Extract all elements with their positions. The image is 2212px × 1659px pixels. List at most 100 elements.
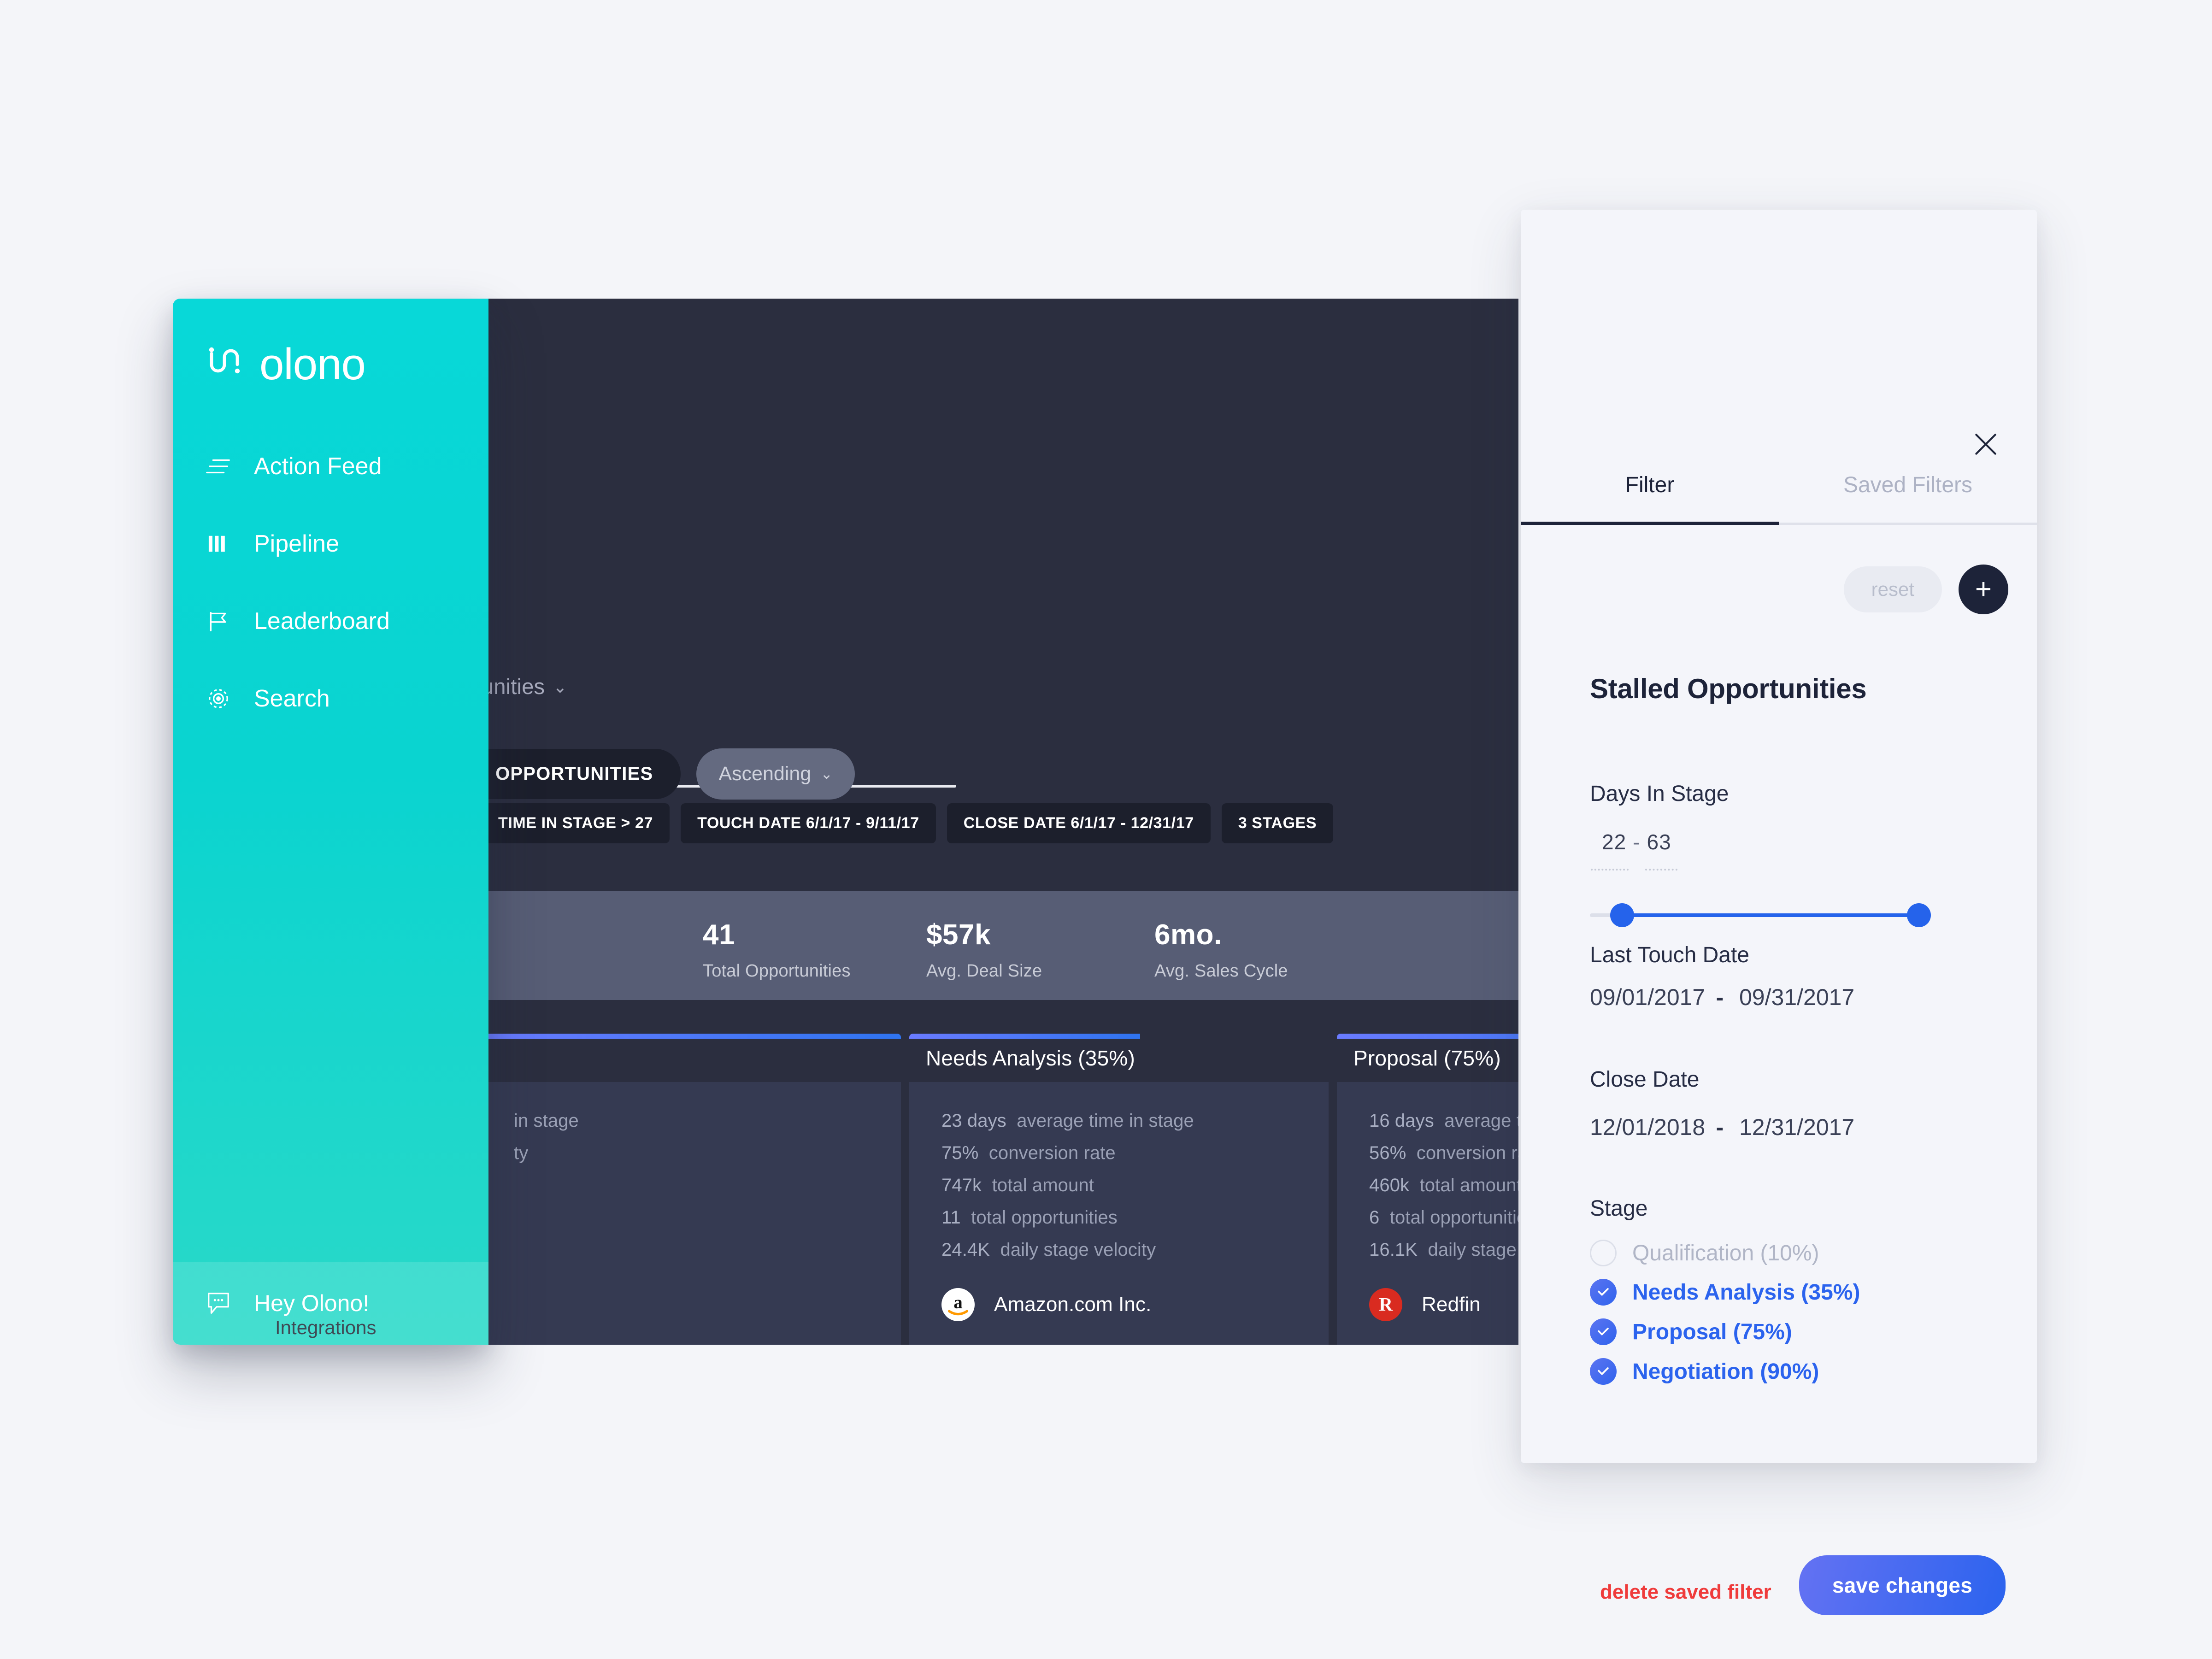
company-name: Amazon.com Inc. <box>994 1293 1152 1316</box>
breadcrumb-label: unities <box>482 674 545 699</box>
days-in-stage-label: Days In Stage <box>1590 782 1729 806</box>
amazon-logo: a <box>941 1288 975 1321</box>
filter-chip[interactable]: TOUCH DATE 6/1/17 - 9/11/17 <box>681 803 936 843</box>
last-touch-from-input[interactable]: 09/01/2017 <box>1590 984 1705 1011</box>
column-title <box>482 1034 901 1082</box>
company-list: d <box>482 1191 901 1345</box>
brand-logo[interactable]: olono <box>173 299 488 390</box>
list-item[interactable]: R Redfin <box>1369 1288 1518 1321</box>
days-min-input[interactable]: 22 <box>1602 830 1626 854</box>
sidebar-item-search[interactable]: Search <box>173 660 488 737</box>
page-title: Stalled Opportunities <box>1590 673 1867 704</box>
stat-total-opportunities: 41 Total Opportunities <box>703 918 851 981</box>
filter-chip[interactable]: TIME IN STAGE > 27 <box>482 803 670 843</box>
metric-row: 23 days average time in stage <box>941 1111 1194 1131</box>
stat-value: 41 <box>703 919 735 951</box>
days-max-underline <box>1645 869 1677 871</box>
last-touch-date-range: 09/01/2017 - 09/31/2017 <box>1590 984 1854 1011</box>
column-metrics: in stage ty <box>482 1082 901 1164</box>
sort-order-label: Ascending <box>718 762 812 785</box>
svg-text:R: R <box>1379 1294 1393 1315</box>
filter-panel: Filter Saved Filters reset + Stalled Opp… <box>1521 210 2037 1615</box>
saved-filter-chip[interactable]: STALLED OPPORTUNITIES <box>482 748 681 799</box>
metric-row: 460k total amount <box>1369 1175 1518 1195</box>
sidebar-item-leaderboard[interactable]: Leaderboard <box>173 582 488 660</box>
stat-label: Total Opportunities <box>703 961 851 981</box>
stage-columns: in stage ty d <box>482 1034 1518 1345</box>
sidebar: olono Action Feed Pipeline Leaderboard S… <box>173 299 488 1345</box>
close-icon[interactable] <box>1971 430 2000 459</box>
checkbox-checked-icon[interactable] <box>1590 1279 1617 1306</box>
list-item[interactable] <box>514 1292 901 1325</box>
metric-row: 24.4K daily stage velocity <box>941 1240 1156 1260</box>
sidebar-item-label: Leaderboard <box>254 608 390 635</box>
sidebar-item-action-feed[interactable]: Action Feed <box>173 428 488 505</box>
stage-option-label: Qualification (10%) <box>1632 1241 1819 1265</box>
olono-mark-icon <box>203 341 247 388</box>
filter-chip[interactable]: 3 STAGES <box>1221 803 1334 843</box>
sidebar-item-pipeline[interactable]: Pipeline <box>173 505 488 582</box>
company-name: Redfin <box>1422 1293 1481 1316</box>
stage-column[interactable]: in stage ty d <box>482 1034 901 1345</box>
days-in-stage-slider[interactable] <box>1590 903 1931 927</box>
stat-value: $57k <box>926 919 991 951</box>
last-touch-date-label: Last Touch Date <box>1590 943 1750 967</box>
stage-column-proposal[interactable]: Proposal (75%) 16 days average time in s… <box>1337 1034 1518 1345</box>
close-date-label: Close Date <box>1590 1067 1700 1092</box>
stage-option-label: Proposal (75%) <box>1632 1319 1792 1344</box>
tab-saved-filters[interactable]: Saved Filters <box>1779 472 2037 525</box>
last-touch-to-input[interactable]: 09/31/2017 <box>1739 984 1854 1011</box>
reset-button[interactable]: reset <box>1843 566 1942 612</box>
metric-row: 16.1K daily stage velocity <box>1369 1240 1518 1260</box>
stat-value: 6mo. <box>1154 919 1222 951</box>
metric-row: 747k total amount <box>941 1175 1094 1195</box>
close-date-from-input[interactable]: 12/01/2018 <box>1590 1114 1705 1141</box>
days-max-input[interactable]: 63 <box>1647 830 1671 854</box>
stage-option-negotiation[interactable]: Negotiation (90%) <box>1590 1358 1819 1385</box>
stage-option-needs-analysis[interactable]: Needs Analysis (35%) <box>1590 1279 1860 1306</box>
tab-filter[interactable]: Filter <box>1521 472 1779 525</box>
company-list: a Amazon.com Inc. Nike Inc. <box>909 1288 1329 1345</box>
feed-icon <box>203 456 234 477</box>
sort-order-dropdown[interactable]: Ascending ⌄ <box>696 748 855 800</box>
delete-saved-filter-button[interactable]: delete saved filter <box>1600 1581 1771 1604</box>
list-item[interactable]: a Amazon.com Inc. <box>941 1288 1329 1321</box>
metric-row: 11 total opportunities <box>941 1207 1118 1228</box>
close-date-to-input[interactable]: 12/31/2017 <box>1739 1114 1854 1141</box>
metric-row: in stage <box>514 1111 579 1131</box>
metric-row: 16 days average time in stage <box>1369 1111 1518 1131</box>
filter-chip[interactable]: CLOSE DATE 6/1/17 - 12/31/17 <box>947 803 1211 843</box>
checkbox-checked-icon[interactable] <box>1590 1358 1617 1385</box>
app-header <box>482 299 1518 580</box>
stage-option-qualification[interactable]: Qualification (10%) <box>1590 1240 1819 1266</box>
stat-label: Avg. Sales Cycle <box>1154 961 1288 981</box>
column-metrics: 23 days average time in stage 75% conver… <box>909 1082 1329 1260</box>
slider-handle-min[interactable] <box>1610 903 1634 927</box>
slider-handle-max[interactable] <box>1907 903 1931 927</box>
stage-option-proposal[interactable]: Proposal (75%) <box>1590 1318 1792 1345</box>
app-window: unities ⌄ Filter STALLED OPPORTUNITIES As… <box>482 299 1518 1345</box>
days-in-stage-values: 22-63 <box>1602 830 1671 854</box>
brand-name: olono <box>259 340 366 389</box>
metric-row: ty <box>514 1143 529 1163</box>
breadcrumb[interactable]: unities ⌄ <box>482 674 567 699</box>
stat-avg-sales-cycle: 6mo. Avg. Sales Cycle <box>1154 918 1288 981</box>
target-icon <box>203 687 234 710</box>
stats-bar: 41 Total Opportunities $57k Avg. Deal Si… <box>482 891 1518 1000</box>
sidebar-item-label: Pipeline <box>254 530 340 557</box>
assistant-button[interactable]: Hey Olono! <box>173 1262 488 1345</box>
save-changes-button[interactable]: save changes <box>1799 1555 2006 1615</box>
checkbox-checked-icon[interactable] <box>1590 1318 1617 1345</box>
column-accent-bar <box>909 1034 1140 1039</box>
add-filter-button[interactable]: + <box>1959 565 2008 614</box>
column-accent-bar <box>482 1034 901 1039</box>
stat-label: Avg. Deal Size <box>926 961 1042 981</box>
stage-column-needs-analysis[interactable]: Needs Analysis (35%) 23 days average tim… <box>909 1034 1329 1345</box>
chat-bubble-icon <box>203 1290 234 1317</box>
column-title: Needs Analysis (35%) <box>909 1034 1329 1082</box>
column-title: Proposal (75%) <box>1337 1034 1518 1082</box>
list-item[interactable] <box>514 1191 901 1224</box>
metric-row: 56% conversion rate <box>1369 1143 1518 1163</box>
column-metrics: 16 days average time in stage 56% conver… <box>1337 1082 1518 1260</box>
checkbox-unchecked-icon[interactable] <box>1590 1240 1617 1266</box>
